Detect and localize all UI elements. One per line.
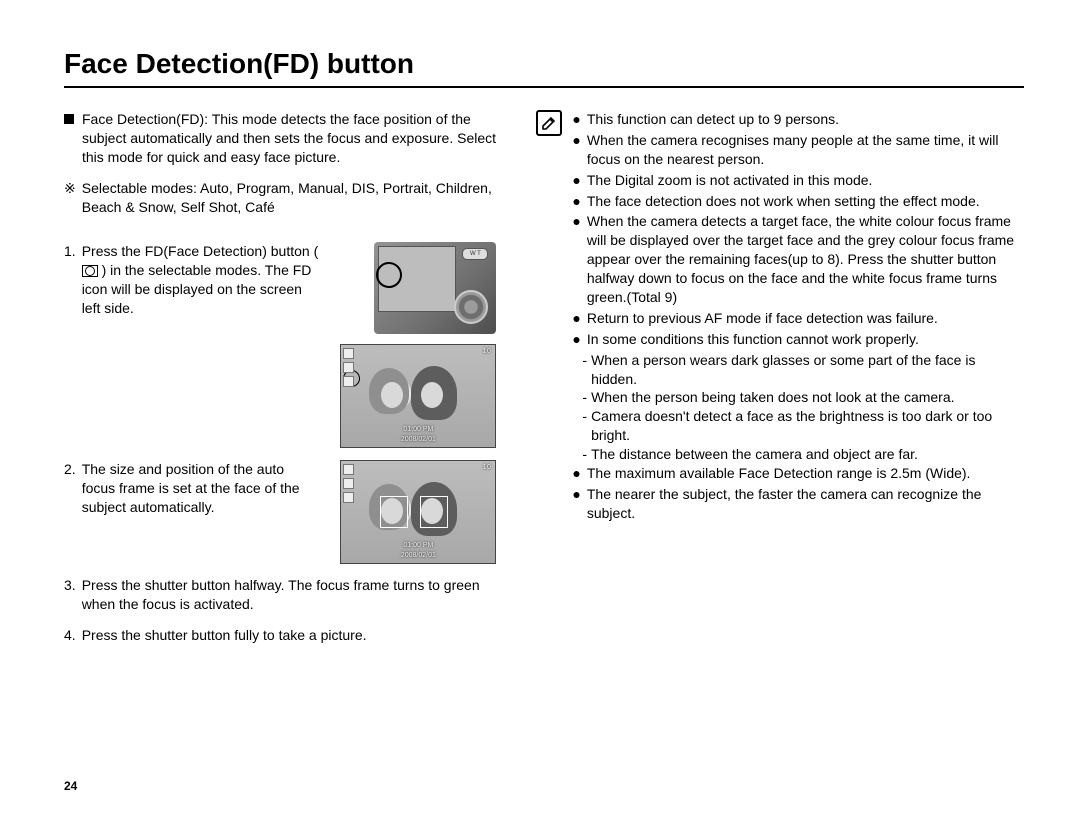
note-7d: The distance between the camera and obje…: [591, 445, 918, 464]
step-3-body: Press the shutter button halfway. The fo…: [82, 576, 497, 614]
step-2-body: The size and position of the auto focus …: [82, 460, 321, 517]
note-9: The nearer the subject, the faster the c…: [587, 485, 1024, 523]
note-4: The face detection does not work when se…: [587, 192, 980, 211]
step-1-row: 1. Press the FD(Face Detection) button (…: [64, 242, 496, 448]
note-1: This function can detect up to 9 persons…: [587, 110, 839, 129]
left-column: Face Detection(FD): This mode detects th…: [64, 110, 496, 657]
step-1b: ) in the selectable modes. The FD icon w…: [82, 262, 312, 316]
step-1-marker: 1.: [64, 242, 76, 318]
note-7: In some conditions this function cannot …: [587, 330, 919, 349]
note-8: The maximum available Face Detection ran…: [587, 464, 971, 483]
dpad-icon: [454, 290, 488, 324]
step-4-marker: 4.: [64, 626, 76, 645]
modes-label: Selectable modes:: [82, 180, 197, 196]
manual-page: Face Detection(FD) button Face Detection…: [0, 0, 1080, 815]
square-bullet-icon: [64, 114, 74, 124]
page-title: Face Detection(FD) button: [64, 48, 1024, 88]
step-3-row: 3. Press the shutter button halfway. The…: [64, 576, 496, 614]
reference-mark-icon: ※: [64, 179, 76, 217]
note-7b: When the person being taken does not loo…: [591, 388, 954, 407]
modes-paragraph: ※ Selectable modes: Auto, Program, Manua…: [64, 179, 496, 217]
note-2: When the camera recognises many people a…: [587, 131, 1024, 169]
page-number: 24: [64, 779, 77, 793]
face-detection-icon: [82, 265, 98, 277]
right-column: ●This function can detect up to 9 person…: [536, 110, 1024, 657]
figure-lcd-face-boxes: 10 01:00 PM 2008/02/01: [340, 460, 496, 564]
figure-camera-back: W T: [374, 242, 496, 334]
step-1a: Press the FD(Face Detection) button (: [82, 243, 319, 259]
note-7a: When a person wears dark glasses or some…: [591, 351, 1024, 389]
note-5: When the camera detects a target face, t…: [587, 212, 1024, 306]
figure-lcd-fd-icon: 10 01:00 PM 2008/02/01: [340, 344, 496, 448]
step-2-text: 2. The size and position of the auto foc…: [64, 460, 320, 517]
note-7c: Camera doesn't detect a face as the brig…: [591, 407, 1024, 445]
step-2-marker: 2.: [64, 460, 76, 517]
zoom-rocker-icon: W T: [462, 248, 488, 260]
step-2-row: 2. The size and position of the auto foc…: [64, 460, 496, 564]
step-4-row: 4. Press the shutter button fully to tak…: [64, 626, 496, 645]
note-list: ●This function can detect up to 9 person…: [572, 110, 1024, 525]
intro-label: Face Detection(FD):: [82, 111, 208, 127]
intro-paragraph: Face Detection(FD): This mode detects th…: [64, 110, 496, 167]
note-6: Return to previous AF mode if face detec…: [587, 309, 938, 328]
note-pencil-icon: [536, 110, 562, 136]
modes-text: Selectable modes: Auto, Program, Manual,…: [82, 179, 497, 217]
intro-text: Face Detection(FD): This mode detects th…: [82, 110, 496, 167]
step-4-body: Press the shutter button fully to take a…: [82, 626, 367, 645]
step-1-text: 1. Press the FD(Face Detection) button (…: [64, 242, 320, 318]
step-3-marker: 3.: [64, 576, 76, 614]
note-3: The Digital zoom is not activated in thi…: [587, 171, 873, 190]
